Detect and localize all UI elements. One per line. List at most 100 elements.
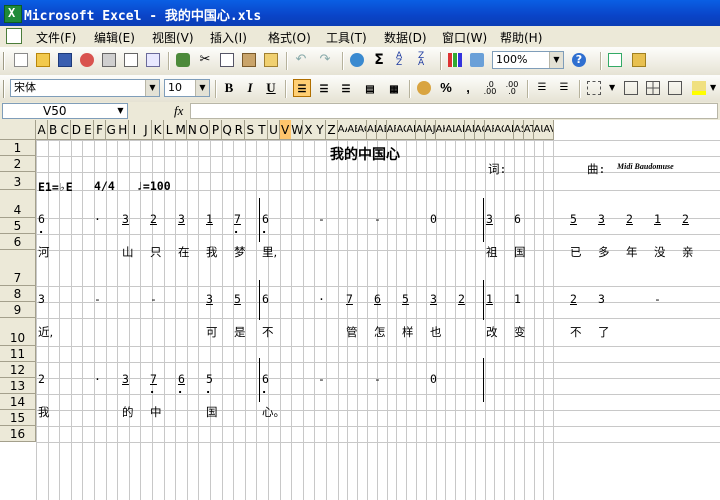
row-header-2[interactable]: 2	[0, 156, 36, 172]
row-header-7[interactable]: 7	[0, 250, 36, 286]
row-header-15[interactable]: 15	[0, 410, 36, 426]
lyric[interactable]: 祖	[486, 244, 498, 260]
column-header-o[interactable]: O	[198, 120, 211, 140]
fill-color-icon[interactable]	[690, 79, 708, 97]
column-header-aj[interactable]: AJ	[425, 120, 437, 140]
menu-tools[interactable]: 工具(T)	[326, 29, 367, 46]
menu-window[interactable]: 窗口(W)	[442, 29, 487, 46]
worksheet-grid[interactable]: ABCDEFGHIJKLMNOPQRSTUVWXYZAAABACADAEAFAG…	[0, 120, 720, 500]
lyric[interactable]: 山	[122, 244, 134, 260]
increase-indent-icon[interactable]: ☰	[555, 79, 573, 97]
note[interactable]: -	[150, 292, 157, 306]
paste-icon[interactable]	[240, 51, 258, 69]
column-header-c[interactable]: C	[59, 120, 72, 140]
column-header-ar[interactable]: AR	[504, 120, 515, 140]
lyric[interactable]: 中	[150, 404, 162, 420]
note[interactable]: 0	[430, 212, 437, 226]
chevron-down-icon[interactable]: ▼	[114, 104, 127, 118]
note[interactable]: 3	[38, 292, 45, 306]
italic-button[interactable]: I	[241, 79, 259, 97]
column-header-y[interactable]: Y	[314, 120, 327, 140]
lyric[interactable]: 没	[654, 244, 666, 260]
column-header-p[interactable]: P	[210, 120, 223, 140]
row-header-16[interactable]: 16	[0, 426, 36, 442]
column-header-h[interactable]: H	[117, 120, 130, 140]
note[interactable]: 3	[486, 212, 493, 226]
lyric[interactable]: 不	[570, 324, 582, 340]
note[interactable]: 1	[206, 212, 213, 226]
note[interactable]: 2	[626, 212, 633, 226]
note[interactable]: 3	[122, 372, 129, 386]
workbook-icon[interactable]	[6, 28, 22, 44]
column-header-u[interactable]: U	[268, 120, 281, 140]
note[interactable]: 6	[262, 292, 269, 306]
decrease-decimal-icon[interactable]: .00.0	[503, 79, 521, 97]
note[interactable]: 5	[402, 292, 409, 306]
column-header-w[interactable]: W	[291, 120, 304, 140]
print-icon[interactable]	[100, 51, 118, 69]
lyric[interactable]: 心。	[262, 404, 285, 420]
column-header-as[interactable]: AS	[514, 120, 525, 140]
lyric[interactable]: 我	[206, 244, 218, 260]
borders-icon[interactable]	[585, 79, 603, 97]
row-header-3[interactable]: 3	[0, 172, 36, 190]
menu-file[interactable]: 文件(F)	[36, 29, 76, 46]
lyric[interactable]: 样	[402, 324, 414, 340]
column-header-al[interactable]: AL	[445, 120, 456, 140]
chart-wizard-icon[interactable]	[446, 51, 464, 69]
lyric[interactable]: 变	[514, 324, 526, 340]
row-header-6[interactable]: 6	[0, 234, 36, 250]
row-header-1[interactable]: 1	[0, 140, 36, 156]
lyricist-label[interactable]: 词:	[488, 161, 506, 177]
menu-format[interactable]: 格式(O)	[268, 29, 311, 46]
lyric[interactable]: 河	[38, 244, 50, 260]
align-right-button[interactable]: ☰	[337, 79, 355, 97]
note[interactable]: 1	[486, 292, 493, 306]
column-header-l[interactable]: L	[163, 120, 176, 140]
fill-color-dropdown-icon[interactable]: ▼	[708, 79, 720, 97]
note[interactable]: 5	[234, 292, 241, 306]
sort-descending-icon[interactable]: ZA	[416, 51, 434, 69]
column-header-am[interactable]: AM	[455, 120, 466, 140]
research-icon[interactable]	[174, 51, 192, 69]
format-painter-icon[interactable]	[262, 51, 280, 69]
lyric[interactable]: 已	[570, 244, 582, 260]
column-header-q[interactable]: Q	[221, 120, 234, 140]
lyric[interactable]: 是	[234, 324, 246, 340]
lyric[interactable]: 只	[150, 244, 162, 260]
merge-center-button[interactable]: ▤	[361, 79, 379, 97]
tempo-marking[interactable]: ♩=100	[136, 179, 171, 193]
column-header-r[interactable]: R	[233, 120, 246, 140]
cut-icon[interactable]: ✂	[196, 51, 214, 69]
drawing-icon[interactable]	[468, 51, 486, 69]
note[interactable]: -	[318, 212, 325, 226]
increase-decimal-icon[interactable]: .0.00	[481, 79, 499, 97]
lyric[interactable]: 年	[626, 244, 638, 260]
chevron-down-icon[interactable]: ▼	[195, 80, 209, 96]
column-header-x[interactable]: X	[302, 120, 315, 140]
redo-icon[interactable]: ↷	[316, 51, 334, 69]
lyric[interactable]: 国	[206, 404, 218, 420]
select-all-button[interactable]	[0, 120, 36, 140]
column-header-d[interactable]: D	[70, 120, 83, 140]
outside-borders-icon[interactable]	[622, 79, 640, 97]
column-header-i[interactable]: I	[128, 120, 141, 140]
all-borders-icon[interactable]	[644, 79, 662, 97]
comma-button[interactable]: ,	[459, 79, 477, 97]
lyric[interactable]: 多	[598, 244, 610, 260]
column-header-af[interactable]: AF	[386, 120, 397, 140]
column-header-n[interactable]: N	[186, 120, 199, 140]
lyric[interactable]: 我	[38, 404, 50, 420]
toolbar-grip[interactable]	[3, 80, 5, 98]
note[interactable]: -	[654, 292, 661, 306]
note[interactable]: 2	[570, 292, 577, 306]
column-header-an[interactable]: AN	[465, 120, 476, 140]
hyperlink-icon[interactable]	[348, 51, 366, 69]
row-header-5[interactable]: 5	[0, 218, 36, 234]
note[interactable]: 2	[38, 372, 45, 386]
row-header-14[interactable]: 14	[0, 394, 36, 410]
undo-icon[interactable]: ↶	[292, 51, 310, 69]
column-header-ai[interactable]: AI	[416, 120, 427, 140]
note[interactable]: 0	[430, 372, 437, 386]
sheet-title[interactable]: 我的中国心	[330, 144, 400, 164]
